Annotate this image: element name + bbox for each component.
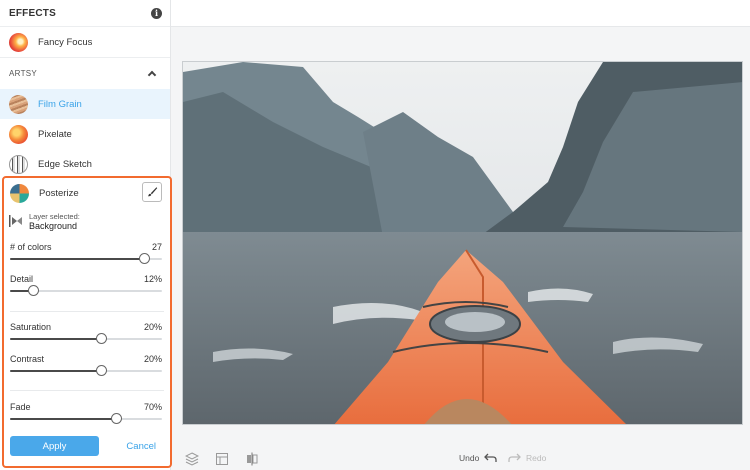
slider-handle[interactable] [96, 333, 107, 344]
effect-item-edge-sketch[interactable]: Edge Sketch [0, 149, 170, 179]
redo-icon [508, 453, 521, 462]
top-bar [171, 0, 750, 27]
slider-fill [10, 258, 144, 260]
apply-button[interactable]: Apply [10, 436, 99, 456]
contrast-label: Contrast [10, 354, 45, 364]
layers-icon[interactable] [185, 452, 199, 466]
effects-title: EFFECTS [9, 7, 56, 19]
undo-button[interactable]: Undo [459, 453, 497, 463]
photo-canvas[interactable] [182, 61, 743, 425]
effect-item-film-grain[interactable]: Film Grain [0, 89, 170, 119]
crop-frame-icon[interactable] [215, 452, 229, 466]
slider-fill [10, 338, 101, 340]
undo-icon [484, 453, 497, 462]
slider-handle[interactable] [96, 365, 107, 376]
posterize-header[interactable]: Posterize [4, 178, 170, 208]
layer-info: Layer selected: Background [4, 208, 170, 234]
colors-slider[interactable] [10, 253, 162, 264]
fade-value: 70% [143, 402, 162, 412]
slider-fill [10, 418, 116, 420]
kayak-fjord-photo [183, 62, 742, 424]
saturation-slider[interactable] [10, 333, 162, 344]
effect-item-label: Pixelate [38, 128, 72, 140]
slider-fill [10, 370, 101, 372]
layer-selected-value: Background [29, 220, 78, 231]
effect-item-label: Fancy Focus [38, 36, 93, 48]
section-title: ARTSY [9, 69, 38, 78]
film-grain-thumbnail [9, 94, 28, 114]
slider-handle[interactable] [139, 253, 150, 264]
divider [10, 390, 164, 391]
detail-control: Detail 12% [10, 274, 162, 304]
colors-label: # of colors [10, 242, 52, 252]
cancel-button[interactable]: Cancel [126, 436, 156, 456]
undo-label: Undo [459, 453, 480, 463]
posterize-thumbnail [10, 183, 29, 203]
redo-button[interactable]: Redo [508, 453, 546, 463]
effect-item-pixelate[interactable]: Pixelate [0, 119, 170, 149]
bottom-toolbar: Undo Redo [171, 448, 750, 470]
divider [10, 311, 164, 312]
contrast-control: Contrast 20% [10, 354, 162, 384]
slider-handle[interactable] [28, 285, 39, 296]
contrast-value: 20% [143, 354, 162, 364]
posterize-panel: Posterize Layer selected: Background # o… [2, 176, 172, 468]
app: EFFECTS i Fancy Focus ARTSY Film Grain P… [0, 0, 750, 470]
posterize-label: Posterize [39, 187, 79, 199]
contrast-slider[interactable] [10, 365, 162, 376]
slider-handle[interactable] [111, 413, 122, 424]
fade-slider[interactable] [10, 413, 162, 424]
layer-selected-label: Layer selected: [29, 211, 80, 221]
detail-value: 12% [143, 274, 162, 284]
detail-slider[interactable] [10, 285, 162, 296]
brush-button[interactable] [142, 182, 162, 202]
section-artsy[interactable]: ARTSY [0, 57, 170, 89]
compare-icon[interactable] [245, 452, 259, 466]
saturation-control: Saturation 20% [10, 322, 162, 352]
effect-item-label: Edge Sketch [38, 158, 92, 170]
brush-icon [148, 187, 158, 197]
pixelate-thumbnail [9, 124, 28, 144]
info-icon[interactable]: i [151, 7, 162, 19]
detail-label: Detail [10, 274, 34, 284]
edge-sketch-thumbnail [9, 154, 28, 174]
colors-control: # of colors 27 [10, 242, 162, 272]
chevron-up-icon[interactable] [147, 70, 157, 80]
effects-header: EFFECTS i [0, 0, 170, 27]
saturation-label: Saturation [10, 322, 52, 332]
colors-value: 27 [151, 242, 162, 252]
saturation-value: 20% [143, 322, 162, 332]
fade-label: Fade [10, 402, 31, 412]
layer-mask-icon [9, 215, 22, 227]
redo-label: Redo [526, 453, 547, 463]
fancy-focus-thumbnail [9, 32, 28, 52]
effect-item-fancy-focus[interactable]: Fancy Focus [0, 27, 170, 57]
fade-control: Fade 70% [10, 402, 162, 432]
effect-item-label: Film Grain [38, 98, 82, 110]
